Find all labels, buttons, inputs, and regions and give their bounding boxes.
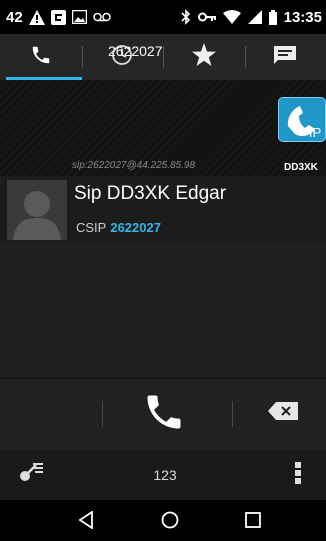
avatar	[7, 180, 67, 240]
phone-icon	[30, 44, 52, 71]
divider	[232, 401, 233, 427]
account-key-button[interactable]	[16, 459, 46, 489]
backspace-button[interactable]	[266, 401, 300, 425]
recents-icon	[245, 511, 261, 533]
tab-bar	[0, 34, 326, 80]
dialpad-toggle-button[interactable]: 123	[140, 462, 190, 488]
contact-number-line: CSIP 2622027	[76, 220, 161, 235]
app-notification-icon	[50, 9, 66, 25]
account-label: DD3XK	[284, 162, 318, 173]
sip-address: sip:2622027@44.225.85.98	[72, 160, 196, 171]
battery-icon	[268, 9, 277, 25]
recents-button[interactable]	[243, 511, 263, 533]
message-icon	[274, 45, 297, 69]
overflow-menu-button[interactable]	[288, 460, 308, 490]
tab-favorites[interactable]	[163, 34, 245, 80]
warning-icon	[28, 9, 45, 25]
signal-icon	[247, 10, 262, 24]
call-button[interactable]	[140, 390, 188, 438]
back-icon	[78, 509, 94, 534]
home-button[interactable]	[160, 511, 180, 534]
image-icon	[71, 10, 87, 24]
dialed-number: 2622027	[108, 43, 163, 59]
more-vert-icon	[295, 461, 301, 489]
bluetooth-icon	[181, 9, 191, 25]
tab-dialer[interactable]	[0, 34, 82, 80]
number-type-label: CSIP	[76, 220, 107, 235]
wifi-icon	[222, 10, 241, 24]
home-icon	[161, 511, 179, 534]
key-icon	[19, 461, 43, 488]
status-bar: 42 13:35	[0, 0, 326, 34]
contact-name: Sip DD3XK Edgar	[74, 183, 227, 204]
notification-count: 42	[6, 8, 23, 26]
vpn-key-icon	[197, 12, 216, 22]
contact-number: 2622027	[110, 220, 161, 235]
tab-messages[interactable]	[244, 34, 326, 80]
ip-call-button[interactable]: IP	[278, 97, 326, 142]
backspace-icon	[268, 401, 298, 425]
svg-text:IP: IP	[309, 125, 321, 140]
phone-icon	[142, 390, 186, 439]
voicemail-icon	[92, 12, 111, 22]
back-button[interactable]	[76, 509, 96, 534]
star-icon	[191, 43, 216, 71]
suggestion-list-area	[0, 244, 326, 378]
clock-time: 13:35	[283, 8, 322, 26]
divider	[102, 401, 103, 427]
